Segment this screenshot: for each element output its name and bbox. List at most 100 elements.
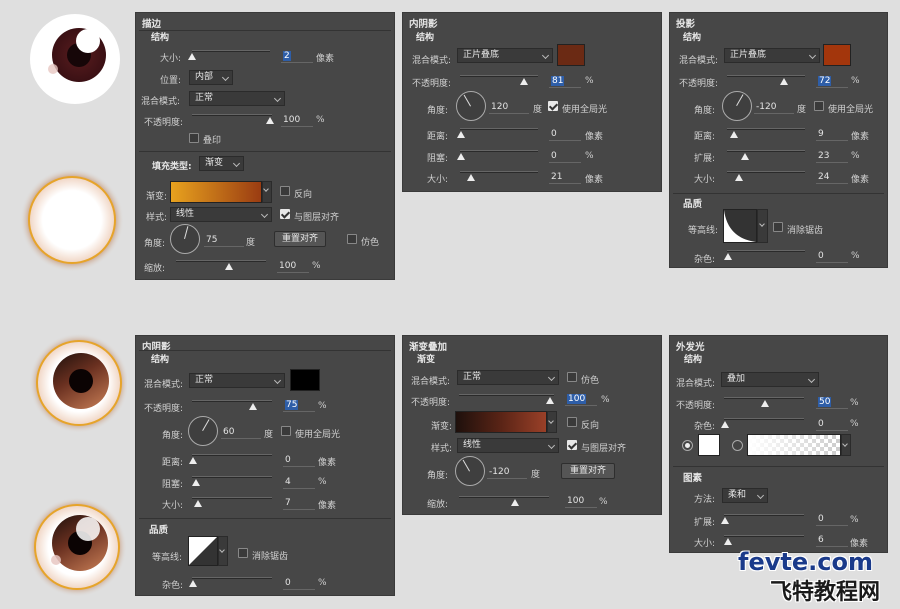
contour-preview[interactable] bbox=[188, 536, 218, 566]
gradient-radio[interactable] bbox=[732, 440, 743, 451]
blend-dropdown[interactable]: 正片叠底 bbox=[457, 48, 553, 63]
distance-slider[interactable] bbox=[460, 128, 538, 130]
scale-slider-knob[interactable] bbox=[225, 263, 233, 270]
scale-input[interactable]: 100 bbox=[565, 494, 597, 508]
contour-picker-button[interactable] bbox=[757, 209, 768, 243]
spread-slider[interactable] bbox=[724, 514, 804, 516]
blend-dropdown[interactable]: 正片叠底 bbox=[724, 48, 820, 63]
size-slider[interactable] bbox=[460, 171, 538, 173]
position-dropdown[interactable]: 内部 bbox=[189, 70, 233, 85]
reset-align-button[interactable]: 重置对齐 bbox=[561, 463, 615, 479]
spread-slider[interactable] bbox=[727, 150, 805, 152]
fill-type-dropdown[interactable]: 渐变 bbox=[199, 156, 244, 171]
distance-slider-knob[interactable] bbox=[189, 457, 197, 464]
opacity-input[interactable]: 81 bbox=[549, 74, 581, 88]
choke-slider[interactable] bbox=[192, 476, 272, 478]
spread-input[interactable]: 23 bbox=[816, 149, 848, 163]
angle-dial[interactable] bbox=[456, 91, 486, 121]
noise-slider-knob[interactable] bbox=[724, 253, 732, 260]
size-input[interactable]: 7 bbox=[283, 496, 315, 510]
noise-slider-knob[interactable] bbox=[721, 421, 729, 428]
spread-slider-knob[interactable] bbox=[741, 153, 749, 160]
color-radio[interactable] bbox=[682, 440, 693, 451]
size-input[interactable]: 6 bbox=[816, 533, 848, 547]
blend-dropdown[interactable]: 叠加 bbox=[721, 372, 819, 387]
distance-slider-knob[interactable] bbox=[730, 131, 738, 138]
choke-input[interactable]: 0 bbox=[549, 149, 581, 163]
noise-slider[interactable] bbox=[192, 577, 272, 579]
reverse-checkbox[interactable] bbox=[567, 417, 577, 427]
opacity-input[interactable]: 100 bbox=[565, 392, 597, 406]
color-swatch[interactable] bbox=[290, 369, 320, 391]
size-slider[interactable] bbox=[727, 171, 805, 173]
reverse-checkbox[interactable] bbox=[280, 186, 290, 196]
opacity-slider-knob[interactable] bbox=[520, 78, 528, 85]
angle-dial[interactable] bbox=[722, 91, 752, 121]
opacity-slider-knob[interactable] bbox=[780, 78, 788, 85]
dither-checkbox[interactable] bbox=[567, 372, 577, 382]
angle-input[interactable]: 120 bbox=[489, 100, 529, 114]
reset-align-button[interactable]: 重置对齐 bbox=[274, 231, 326, 247]
gradient-picker-button[interactable] bbox=[547, 411, 557, 433]
gradient-preview[interactable] bbox=[455, 411, 547, 433]
scale-slider-knob[interactable] bbox=[511, 499, 519, 506]
size-slider[interactable] bbox=[192, 497, 272, 499]
blend-dropdown[interactable]: 正常 bbox=[457, 370, 559, 385]
angle-input[interactable]: 75 bbox=[204, 233, 244, 247]
spread-input[interactable]: 0 bbox=[816, 512, 848, 526]
size-slider-knob[interactable] bbox=[724, 538, 732, 545]
size-slider-knob[interactable] bbox=[188, 53, 196, 60]
gradient-preview[interactable] bbox=[170, 181, 262, 203]
style-dropdown[interactable]: 线性 bbox=[457, 438, 559, 453]
size-slider[interactable] bbox=[724, 535, 804, 537]
color-swatch[interactable] bbox=[557, 44, 585, 66]
gradient-picker-button[interactable] bbox=[841, 434, 851, 456]
noise-slider[interactable] bbox=[724, 418, 804, 420]
noise-input[interactable]: 0 bbox=[283, 576, 315, 590]
opacity-slider[interactable] bbox=[192, 114, 272, 116]
contour-picker-button[interactable] bbox=[218, 536, 228, 566]
angle-input[interactable]: 60 bbox=[221, 425, 261, 439]
distance-slider[interactable] bbox=[727, 128, 805, 130]
opacity-slider[interactable] bbox=[724, 397, 804, 399]
noise-slider-knob[interactable] bbox=[189, 580, 197, 587]
overprint-checkbox[interactable] bbox=[189, 133, 199, 143]
choke-slider[interactable] bbox=[460, 150, 538, 152]
opacity-input[interactable]: 100 bbox=[281, 113, 313, 127]
angle-dial[interactable] bbox=[188, 416, 218, 446]
distance-slider-knob[interactable] bbox=[457, 131, 465, 138]
antialias-checkbox[interactable] bbox=[238, 548, 248, 558]
scale-slider[interactable] bbox=[176, 260, 266, 262]
color-swatch[interactable] bbox=[823, 44, 851, 66]
size-slider-knob[interactable] bbox=[735, 174, 743, 181]
angle-dial[interactable] bbox=[170, 224, 200, 254]
gradient-picker-button[interactable] bbox=[262, 181, 272, 203]
opacity-slider[interactable] bbox=[192, 400, 272, 402]
contour-preview[interactable] bbox=[723, 209, 757, 243]
opacity-slider[interactable] bbox=[460, 75, 538, 77]
distance-input[interactable]: 0 bbox=[283, 453, 315, 467]
global-light-checkbox[interactable] bbox=[814, 101, 824, 111]
opacity-slider-knob[interactable] bbox=[266, 117, 274, 124]
spread-slider-knob[interactable] bbox=[721, 517, 729, 524]
opacity-input[interactable]: 50 bbox=[816, 395, 848, 409]
size-input[interactable]: 21 bbox=[549, 170, 581, 184]
opacity-slider-knob[interactable] bbox=[761, 400, 769, 407]
size-input[interactable]: 24 bbox=[816, 170, 848, 184]
global-light-checkbox[interactable] bbox=[548, 101, 558, 111]
size-input[interactable]: 2 bbox=[281, 49, 313, 63]
opacity-slider-knob[interactable] bbox=[546, 397, 554, 404]
opacity-slider-knob[interactable] bbox=[249, 403, 257, 410]
align-checkbox[interactable] bbox=[567, 440, 577, 450]
style-dropdown[interactable]: 线性 bbox=[170, 207, 272, 222]
choke-slider-knob[interactable] bbox=[457, 153, 465, 160]
antialias-checkbox[interactable] bbox=[773, 222, 783, 232]
glow-color-swatch[interactable] bbox=[698, 434, 720, 456]
opacity-input[interactable]: 72 bbox=[816, 74, 848, 88]
align-checkbox[interactable] bbox=[280, 209, 290, 219]
size-slider-knob[interactable] bbox=[194, 500, 202, 507]
opacity-slider[interactable] bbox=[727, 75, 805, 77]
noise-input[interactable]: 0 bbox=[816, 417, 848, 431]
scale-slider[interactable] bbox=[459, 496, 549, 498]
noise-slider[interactable] bbox=[727, 250, 805, 252]
